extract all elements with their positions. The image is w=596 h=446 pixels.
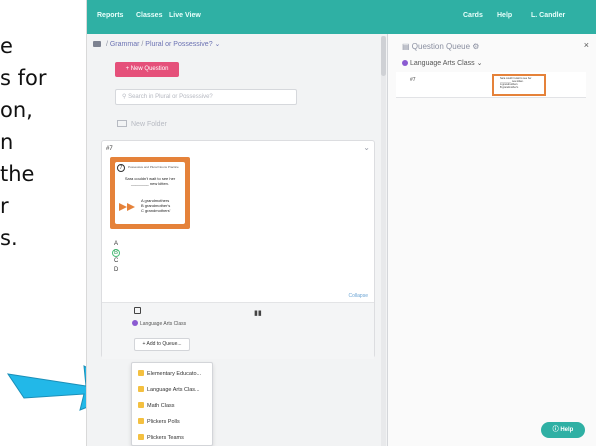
queue-class-selector[interactable]: Language Arts Class ⌄: [402, 59, 482, 67]
dropdown-item-label: Math Class: [147, 403, 175, 409]
dropdown-item-label: Language Arts Clas...: [147, 387, 200, 393]
new-folder-label: New Folder: [131, 121, 167, 128]
question-image: 7 Possessive and Plural Nouns Practice S…: [110, 157, 190, 229]
orange-arrow-icon: [119, 203, 135, 211]
breadcrumb-separator: /: [105, 41, 108, 48]
queue-item-preview: Sara couldn't wait to see her ________ n…: [500, 77, 531, 89]
choice-a: A: [114, 241, 119, 247]
add-folder-icon: [117, 120, 127, 127]
slide-text-line: the: [0, 162, 35, 186]
dropdown-item-teams[interactable]: Plickers Teams: [138, 434, 184, 441]
preview-line: B grandmother's: [500, 86, 519, 89]
nav-live-view[interactable]: Live View: [169, 12, 201, 19]
collapse-link[interactable]: Collapse: [349, 293, 368, 299]
bar-chart-icon[interactable]: ▮▮: [254, 309, 262, 317]
class-square-icon: [138, 386, 144, 392]
chevron-down-icon: ⌄: [476, 60, 483, 67]
choice-d: D: [114, 266, 119, 273]
slide-text-line: s.: [0, 226, 18, 250]
class-square-icon: [138, 402, 144, 408]
queue-class-dropdown: Elementary Educato... Language Arts Clas…: [131, 362, 213, 446]
choice-c: C: [114, 258, 119, 264]
queue-item[interactable]: #7 Sara couldn't wait to see her _______…: [396, 72, 586, 98]
search-placeholder: Search in Plural or Possessive?: [128, 94, 213, 100]
slide-text-line: e: [0, 34, 13, 58]
help-label: Help: [560, 427, 574, 433]
breadcrumb-separator: /: [141, 41, 144, 48]
question-image-title: Possessive and Plural Nouns Practice: [128, 165, 179, 169]
nav-cards[interactable]: Cards: [463, 12, 483, 19]
dropdown-item-label: Plickers Polls: [147, 419, 180, 425]
queue-title: Question Queue: [411, 42, 471, 51]
dropdown-item-label: Elementary Educato...: [147, 371, 202, 377]
nav-user-menu[interactable]: L. Candler: [531, 12, 565, 19]
assigned-class: Language Arts Class: [132, 320, 186, 327]
help-button[interactable]: ⓘ Help: [541, 422, 585, 438]
answer-option: C grandmothers': [141, 208, 171, 213]
breadcrumb: / Grammar / Plural or Possessive? ⌄: [93, 40, 220, 48]
add-to-queue-button[interactable]: + Add to Queue...: [134, 338, 190, 351]
slide-text-line: s for: [0, 66, 47, 90]
question-text: Sara couldn't wait to see her ________ n…: [124, 176, 176, 186]
choice-list: A B C D: [112, 240, 120, 274]
slide-text-line: r: [0, 194, 9, 218]
question-queue-pane: ▤ Question Queue ⚙ × Language Arts Class…: [388, 34, 596, 446]
queue-header: ▤ Question Queue ⚙: [402, 42, 479, 51]
class-square-icon: [138, 418, 144, 424]
class-color-dot: [402, 60, 408, 66]
card-menu-chevron-icon[interactable]: ⌄: [363, 143, 370, 152]
chevron-down-icon[interactable]: ⌄: [215, 41, 221, 48]
dropdown-item-language-arts[interactable]: Language Arts Clas...: [138, 386, 200, 393]
choice-b-correct: B: [112, 248, 120, 257]
slide-text: e s for on, n the r s.: [0, 30, 80, 254]
settings-icon[interactable]: ⚙: [472, 42, 479, 51]
dropdown-item-math[interactable]: Math Class: [138, 402, 175, 409]
class-name: Language Arts Class: [140, 321, 187, 327]
new-question-button[interactable]: + New Question: [115, 62, 179, 77]
nav-reports[interactable]: Reports: [97, 12, 123, 19]
scrollbar-track[interactable]: [381, 36, 386, 446]
class-square-icon: [138, 434, 144, 440]
breadcrumb-current-folder[interactable]: Plural or Possessive?: [145, 41, 212, 48]
question-number: #7: [106, 146, 113, 152]
question-badge: 7: [117, 164, 125, 172]
queue-item-thumbnail: Sara couldn't wait to see her ________ n…: [492, 74, 546, 96]
dropdown-item-label: Plickers Teams: [147, 435, 184, 441]
class-square-icon: [138, 370, 144, 376]
nav-help[interactable]: Help: [497, 12, 512, 19]
search-input[interactable]: ⚲ Search in Plural or Possessive?: [115, 89, 297, 105]
plickers-app: Reports Classes Live View Cards Help L. …: [86, 0, 596, 446]
new-folder-button[interactable]: New Folder: [117, 120, 167, 128]
top-nav-bar: Reports Classes Live View Cards Help L. …: [87, 0, 596, 34]
slide-text-line: n: [0, 130, 14, 154]
dropdown-item-polls[interactable]: Plickers Polls: [138, 418, 180, 425]
slide-text-line: on,: [0, 98, 33, 122]
folder-icon: [93, 41, 101, 47]
scrollbar-thumb[interactable]: [381, 36, 386, 76]
nav-classes[interactable]: Classes: [136, 12, 162, 19]
dropdown-item-elementary[interactable]: Elementary Educato...: [138, 370, 201, 377]
queue-item-number: #7: [410, 77, 416, 83]
close-icon[interactable]: ×: [584, 40, 589, 50]
calendar-icon[interactable]: [134, 307, 141, 314]
question-answers: A grandmothers B grandmother's C grandmo…: [141, 198, 170, 213]
class-color-dot: [132, 320, 138, 326]
question-card[interactable]: #7 ⌄ 7 Possessive and Plural Nouns Pract…: [101, 140, 375, 359]
queue-icon: ▤: [402, 42, 410, 51]
breadcrumb-grammar[interactable]: Grammar: [110, 41, 140, 48]
queue-class-name: Language Arts Class: [410, 60, 475, 67]
